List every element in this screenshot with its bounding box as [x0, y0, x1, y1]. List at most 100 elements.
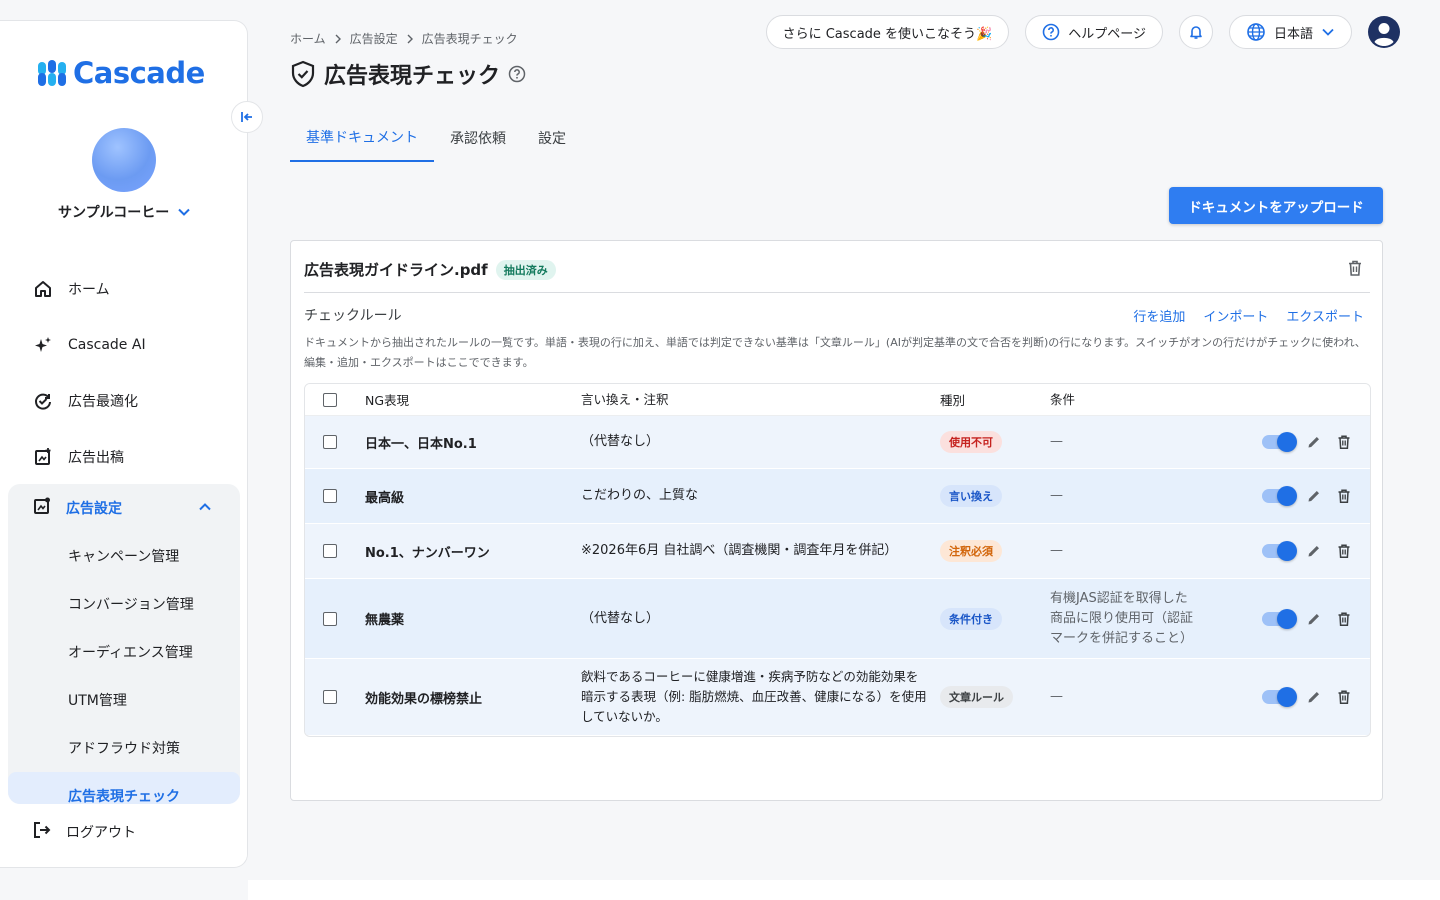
row-checkbox[interactable] [323, 611, 337, 626]
type-cell: 使用不可 [930, 431, 1040, 453]
user-avatar-icon[interactable] [1368, 16, 1400, 48]
column-header-type: 種別 [940, 393, 966, 408]
type-tag: 言い換え [940, 485, 1002, 507]
tab-approval-requests[interactable]: 承認依頼 [434, 114, 522, 162]
sidebar-subitem-adfraud[interactable]: アドフラウド対策 [8, 724, 240, 772]
row-checkbox-cell [305, 489, 355, 503]
trash-icon[interactable] [1336, 689, 1352, 705]
delete-document-icon[interactable] [1346, 259, 1364, 277]
type-cell: 注釈必須 [930, 540, 1040, 562]
chevron-right-icon [335, 34, 341, 43]
breadcrumb-item[interactable]: ホーム [290, 30, 326, 47]
condition-text: — [1050, 543, 1063, 558]
condition-text: — [1050, 689, 1063, 704]
app-logo[interactable]: Cascade [37, 56, 205, 90]
sidebar-group-label: 広告設定 [66, 501, 122, 517]
breadcrumb-item[interactable]: 広告設定 [350, 30, 398, 47]
enable-toggle[interactable] [1262, 486, 1297, 506]
trash-icon[interactable] [1336, 434, 1352, 450]
enable-toggle[interactable] [1262, 608, 1297, 629]
tab-settings[interactable]: 設定 [522, 114, 582, 162]
select-all-checkbox[interactable] [323, 392, 337, 407]
trash-icon[interactable] [1336, 543, 1352, 559]
optimize-icon [32, 390, 54, 412]
notifications-button[interactable] [1178, 15, 1213, 49]
type-cell: 文章ルール [930, 686, 1040, 708]
row-checkbox-cell [305, 544, 355, 558]
breadcrumb-item: 広告表現チェック [421, 32, 518, 46]
sidebar-item-label: 広告出稿 [68, 450, 124, 466]
sidebar-item-ad-settings[interactable]: 広告設定 [8, 484, 240, 532]
sidebar-item-publish[interactable]: 広告出稿 [0, 429, 247, 485]
language-label: 日本語 [1273, 26, 1313, 42]
enable-toggle[interactable] [1262, 432, 1297, 452]
document-header: 広告表現ガイドライン.pdf 抽出済み [304, 259, 556, 280]
home-icon [32, 278, 54, 300]
type-tag: 条件付き [940, 607, 1002, 630]
sidebar-item-optimize[interactable]: 広告最適化 [0, 373, 247, 429]
condition-text: 有機JAS認証を取得した商品に限り使用可（認証マークを併記すること） [1050, 590, 1194, 646]
row-checkbox-cell [305, 690, 355, 704]
edit-pencil-icon[interactable] [1306, 434, 1322, 450]
add-row-link[interactable]: 行を追加 [1133, 306, 1185, 325]
sidebar-item-cascade-ai[interactable]: Cascade AI [0, 317, 247, 373]
row-actions [1240, 486, 1370, 506]
row-checkbox[interactable] [323, 690, 337, 704]
row-checkbox[interactable] [323, 544, 337, 558]
table-row: 日本一、日本No.1 （代替なし） 使用不可 — [305, 416, 1370, 469]
tab-base-documents[interactable]: 基準ドキュメント [290, 114, 434, 162]
import-link[interactable]: インポート [1203, 306, 1268, 325]
row-checkbox[interactable] [323, 489, 337, 503]
sidebar-subitem-audience[interactable]: オーディエンス管理 [8, 628, 240, 676]
alternative-text: 飲料であるコーヒーに健康増進・疾病予防などの効能効果を暗示する表現（例: 脂肪燃… [581, 669, 927, 724]
logo-text: Cascade [73, 56, 205, 90]
ad-settings-icon [32, 496, 52, 520]
column-header-cond: 条件 [1050, 391, 1076, 407]
edit-pencil-icon[interactable] [1306, 689, 1322, 705]
divider [304, 292, 1370, 293]
account-switcher[interactable]: サンプルコーヒー [58, 202, 191, 222]
language-selector[interactable]: 日本語 [1228, 15, 1352, 49]
table-row: 無農薬 （代替なし） 条件付き 有機JAS認証を取得した商品に限り使用可（認証マ… [305, 579, 1370, 659]
condition-text: — [1050, 488, 1063, 503]
export-link[interactable]: エクスポート [1286, 306, 1364, 325]
edit-pencil-icon[interactable] [1306, 611, 1322, 627]
row-actions [1240, 541, 1370, 561]
enable-toggle[interactable] [1262, 687, 1297, 707]
table-row: No.1、ナンバーワン ※2026年6月 自社調べ（調査機関・調査年月を併記） … [305, 524, 1370, 579]
edit-pencil-icon[interactable] [1306, 543, 1322, 559]
sidebar-subitem-utm[interactable]: UTM管理 [8, 676, 240, 724]
upload-document-button[interactable]: ドキュメントをアップロード [1169, 187, 1383, 224]
sidebar-subitem-conversion[interactable]: コンバージョン管理 [8, 580, 240, 628]
help-page-button[interactable]: ヘルプページ [1025, 15, 1163, 49]
logout-button[interactable]: ログアウト [0, 804, 247, 860]
row-actions [1200, 608, 1370, 629]
sidebar-subitem-campaign[interactable]: キャンペーン管理 [8, 532, 240, 580]
logout-icon [32, 820, 52, 844]
help-page-label: ヘルプページ [1068, 26, 1146, 42]
rules-actions: 行を追加 インポート エクスポート [1133, 306, 1364, 325]
sidebar-subitem-ad-check[interactable]: 広告表現チェック [8, 772, 240, 804]
enable-toggle[interactable] [1262, 541, 1297, 561]
select-all-cell [305, 392, 355, 407]
type-tag: 使用不可 [940, 431, 1002, 453]
sidebar-item-home[interactable]: ホーム [0, 261, 247, 317]
row-checkbox-cell [305, 611, 355, 626]
sidebar-item-label: Cascade AI [68, 337, 146, 353]
help-circle-icon[interactable] [508, 65, 526, 83]
alternative-text: こだわりの、上質な [581, 488, 699, 503]
trash-icon[interactable] [1336, 488, 1352, 504]
cascade-logo-icon [38, 60, 66, 86]
shield-check-icon [291, 60, 315, 88]
condition-text: — [1050, 434, 1063, 449]
promo-button[interactable]: さらに Cascade を使いこなそう🎉 [765, 15, 1010, 49]
breadcrumb: ホーム 広告設定 広告表現チェック [290, 30, 518, 47]
edit-pencil-icon[interactable] [1306, 488, 1322, 504]
trash-icon[interactable] [1336, 611, 1352, 627]
row-checkbox[interactable] [323, 435, 337, 449]
collapse-sidebar-button[interactable] [231, 101, 263, 133]
row-checkbox-cell [305, 435, 355, 449]
chevron-down-icon [178, 208, 191, 216]
ng-expression: 無農薬 [365, 613, 405, 628]
row-actions [1240, 432, 1370, 452]
